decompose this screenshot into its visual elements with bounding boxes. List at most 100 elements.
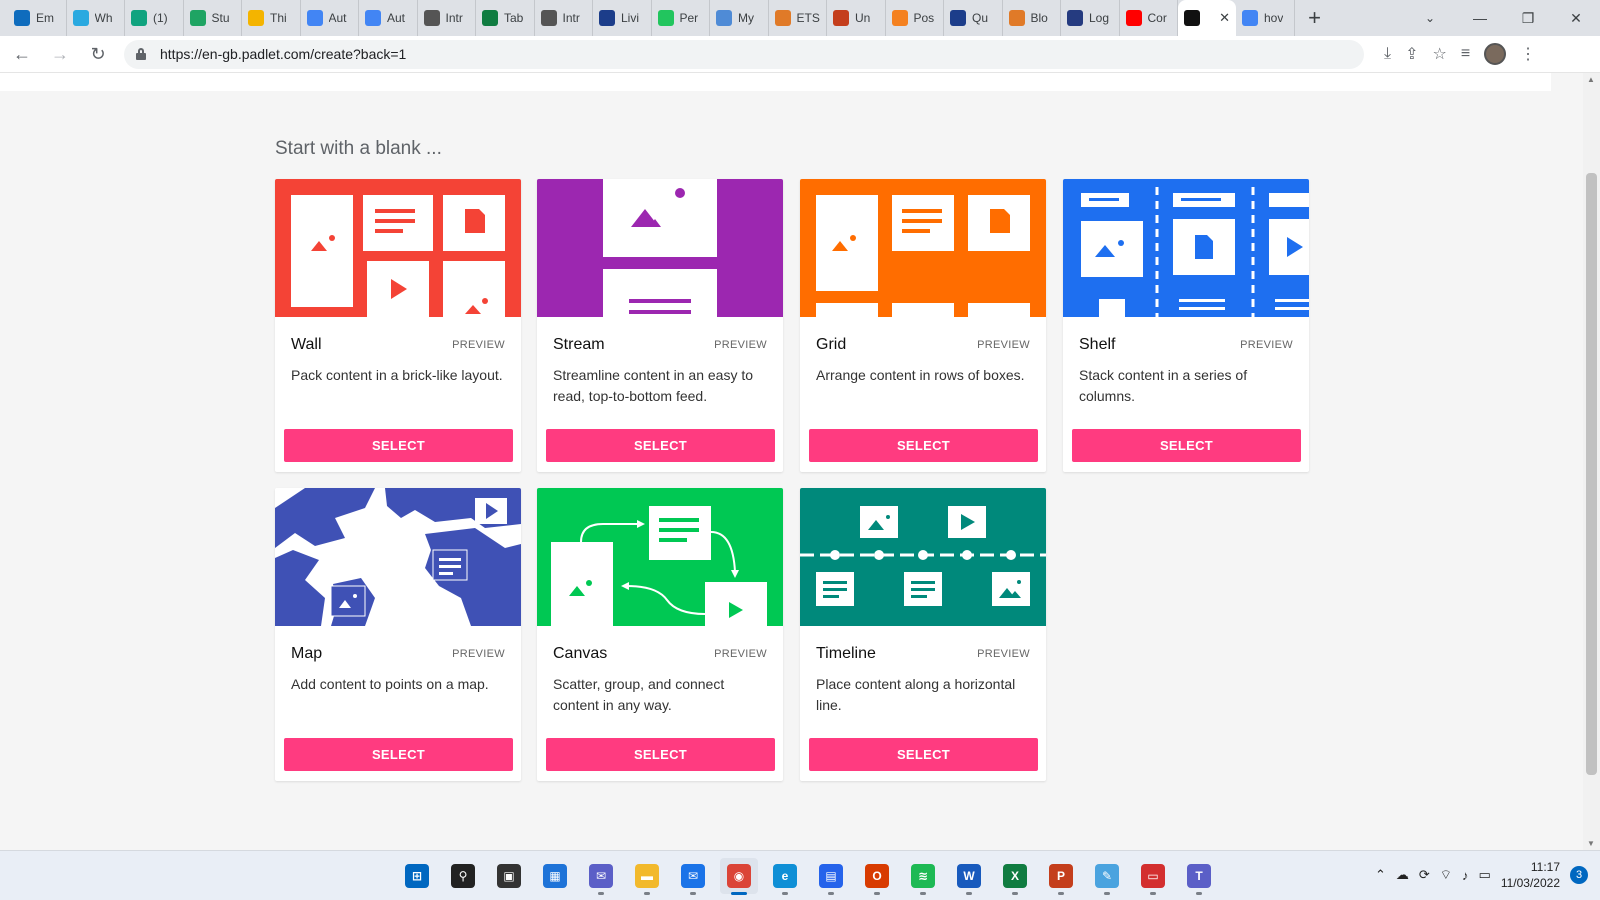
taskbar-excel-button[interactable]: X <box>996 858 1034 895</box>
onedrive-icon[interactable]: ☁ <box>1396 867 1409 883</box>
battery-icon[interactable]: ▭ <box>1479 867 1491 883</box>
close-tab-icon[interactable]: ✕ <box>1219 10 1230 26</box>
address-bar[interactable]: https://en-gb.padlet.com/create?back=1 <box>124 39 1364 69</box>
browser-tab[interactable]: Log <box>1061 0 1120 36</box>
taskbar-task-view-button[interactable]: ▣ <box>490 858 528 894</box>
taskbar-start-button[interactable]: ⊞ <box>398 858 436 894</box>
browser-tab[interactable]: (1) <box>125 0 184 36</box>
card-description: Scatter, group, and connect content in a… <box>553 676 725 713</box>
taskbar-paint-button[interactable]: ✎ <box>1088 858 1126 895</box>
grid-illustration <box>800 179 1046 317</box>
tab-label: Aut <box>387 11 406 25</box>
back-button[interactable]: ← <box>6 38 38 70</box>
tray-overflow-icon[interactable]: ⌃ <box>1375 867 1386 883</box>
scrollbar-thumb[interactable] <box>1586 173 1597 775</box>
taskbar-edge-button[interactable]: e <box>766 858 804 895</box>
preview-link[interactable]: PREVIEW <box>452 648 505 660</box>
wifi-icon[interactable]: ⌔ <box>1440 867 1452 883</box>
select-button-grid[interactable]: SELECT <box>809 429 1038 462</box>
browser-tab[interactable]: My <box>710 0 769 36</box>
page-scrollbar[interactable]: ▲ ▼ <box>1583 73 1600 850</box>
taskbar-teams-button[interactable]: T <box>1180 858 1218 895</box>
taskbar-file-explorer-button[interactable]: ▬ <box>628 858 666 895</box>
clock[interactable]: 11:17 11/03/2022 <box>1501 859 1560 891</box>
install-icon[interactable]: ⤓ <box>1384 45 1391 63</box>
browser-tab[interactable]: Pos <box>886 0 944 36</box>
browser-menu-icon[interactable]: ⋮ <box>1520 44 1536 64</box>
browser-tab[interactable]: Blo <box>1003 0 1061 36</box>
url-text[interactable]: https://en-gb.padlet.com/create?back=1 <box>160 46 406 62</box>
taskbar-spotify-button[interactable]: ≋ <box>904 858 942 895</box>
tab-label: Per <box>679 11 699 25</box>
select-button-map[interactable]: SELECT <box>284 738 513 771</box>
browser-tab[interactable]: Aut <box>301 0 359 36</box>
new-tab-button[interactable]: + <box>1301 4 1329 32</box>
select-button-stream[interactable]: SELECT <box>546 429 775 462</box>
browser-tab[interactable]: Wh <box>67 0 125 36</box>
browser-tab[interactable]: Aut <box>359 0 418 36</box>
browser-tab[interactable]: Livi <box>593 0 652 36</box>
browser-tab[interactable]: Em <box>8 0 67 36</box>
taskbar-mail-button[interactable]: ✉ <box>674 858 712 895</box>
sync-icon[interactable]: ⟳ <box>1419 867 1430 883</box>
select-button-shelf[interactable]: SELECT <box>1072 429 1301 462</box>
browser-tab[interactable]: Intr <box>535 0 593 36</box>
window-controls: — ❐ ✕ <box>1456 0 1600 36</box>
browser-tab-active[interactable]: ✕ <box>1178 0 1236 36</box>
volume-icon[interactable]: ♪ <box>1462 868 1469 883</box>
search-icon: ⚲ <box>451 864 475 888</box>
taskbar-chat-button[interactable]: ✉ <box>582 858 620 895</box>
browser-tab[interactable]: Stu <box>184 0 242 36</box>
bookmark-star-icon[interactable]: ☆ <box>1432 44 1446 64</box>
close-window-button[interactable]: ✕ <box>1552 0 1600 36</box>
media-control-icon[interactable]: ≡ <box>1461 45 1470 63</box>
taskbar-search-button[interactable]: ⚲ <box>444 858 482 894</box>
browser-tab[interactable]: Qu <box>944 0 1003 36</box>
preview-link[interactable]: PREVIEW <box>977 339 1030 351</box>
profile-avatar[interactable] <box>1484 43 1507 65</box>
browser-tab[interactable]: Cor <box>1120 0 1178 36</box>
task-view-icon: ▣ <box>497 864 521 888</box>
browser-tab[interactable]: Intr <box>418 0 476 36</box>
restore-button[interactable]: ❐ <box>1504 0 1552 36</box>
layout-card-wall[interactable]: Wall PREVIEW Pack content in a brick-lik… <box>275 179 521 472</box>
taskbar-word-button[interactable]: W <box>950 858 988 895</box>
scroll-down-icon[interactable]: ▼ <box>1587 839 1595 848</box>
taskbar-office-button[interactable]: O <box>858 858 896 895</box>
minimize-button[interactable]: — <box>1456 0 1504 36</box>
tab-search-button[interactable]: ⌄ <box>1412 0 1448 36</box>
preview-link[interactable]: PREVIEW <box>452 339 505 351</box>
select-button-timeline[interactable]: SELECT <box>809 738 1038 771</box>
layout-card-timeline[interactable]: Timeline PREVIEW Place content along a h… <box>800 488 1046 781</box>
select-button-canvas[interactable]: SELECT <box>546 738 775 771</box>
taskbar-pdf-button[interactable]: ▭ <box>1134 858 1172 895</box>
preview-link[interactable]: PREVIEW <box>977 648 1030 660</box>
preview-link[interactable]: PREVIEW <box>714 648 767 660</box>
browser-tab[interactable]: Tab <box>476 0 535 36</box>
preview-link[interactable]: PREVIEW <box>1240 339 1293 351</box>
browser-tab[interactable]: Thi <box>242 0 301 36</box>
notification-badge[interactable]: 3 <box>1570 866 1588 884</box>
scroll-up-icon[interactable]: ▲ <box>1587 75 1595 84</box>
layout-card-stream[interactable]: Stream PREVIEW Streamline content in an … <box>537 179 783 472</box>
lock-icon[interactable] <box>136 48 146 60</box>
taskbar-powerpoint-button[interactable]: P <box>1042 858 1080 895</box>
layout-card-shelf[interactable]: Shelf PREVIEW Stack content in a series … <box>1063 179 1309 472</box>
preview-link[interactable]: PREVIEW <box>714 339 767 351</box>
layout-card-grid[interactable]: Grid PREVIEW Arrange content in rows of … <box>800 179 1046 472</box>
taskbar-store-button[interactable]: ▤ <box>812 858 850 895</box>
running-indicator <box>598 892 604 895</box>
browser-tab[interactable]: ETS <box>769 0 827 36</box>
reload-button[interactable]: ↻ <box>82 38 114 70</box>
browser-tab[interactable]: Per <box>652 0 710 36</box>
taskbar-widgets-button[interactable]: ▦ <box>536 858 574 894</box>
taskbar-chrome-button[interactable]: ◉ <box>720 858 758 895</box>
browser-tab[interactable]: Un <box>827 0 886 36</box>
store-icon: ▤ <box>819 864 843 888</box>
browser-tab[interactable]: hov <box>1236 0 1295 36</box>
share-icon[interactable]: ⇪ <box>1405 44 1418 64</box>
forward-button[interactable]: → <box>44 38 76 70</box>
select-button-wall[interactable]: SELECT <box>284 429 513 462</box>
layout-card-map[interactable]: Map PREVIEW Add content to points on a m… <box>275 488 521 781</box>
layout-card-canvas[interactable]: Canvas PREVIEW Scatter, group, and conne… <box>537 488 783 781</box>
